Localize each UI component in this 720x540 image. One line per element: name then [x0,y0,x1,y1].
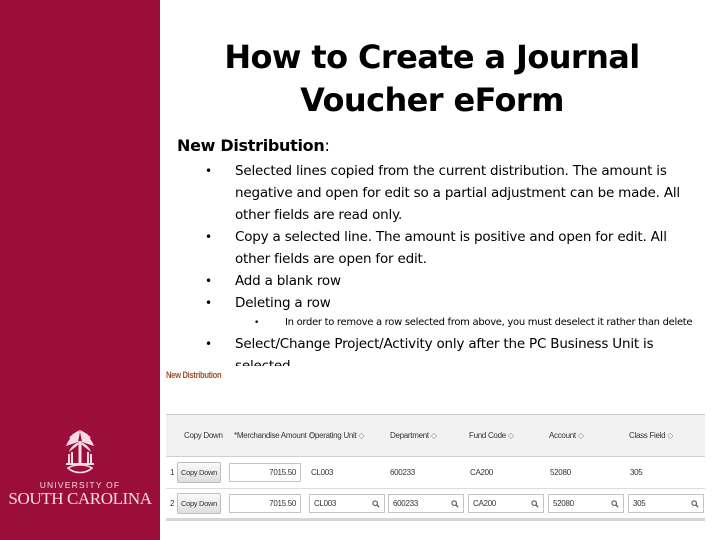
operating-unit-input[interactable]: CL003 [309,494,385,513]
department-input[interactable]: 600233 [388,494,464,513]
bullet-text: Add a blank row [235,273,341,289]
operating-unit-input-value: CL003 [314,499,337,508]
new-distribution-label: New Distribution [166,370,222,380]
bullet-icon: • [205,337,212,351]
department-cell: 600233 [388,489,464,518]
bullet-icon: • [205,164,212,178]
col-header-account[interactable]: Account ◇ [549,415,584,456]
copy-down-button[interactable]: Copy Down [177,462,221,483]
col-header-department[interactable]: Department ◇ [390,415,437,456]
usc-logo: UNIVERSITY OF SOUTH CAROLINA [0,428,160,518]
bullet-item: • Add a blank row [205,270,695,292]
class-field-input-value: 305 [633,499,646,508]
table-row: 2 Copy Down 7015.50 CL003 600233 CA200 5… [166,489,705,521]
account-value: 52080 [550,468,571,477]
brand-sidebar: UNIVERSITY OF SOUTH CAROLINA [0,0,160,540]
sort-icon[interactable]: ◇ [508,431,514,440]
sub-bullet-item: • In order to remove a row selected from… [205,315,695,331]
row-number: 1 [170,468,175,477]
bullet-text: Selected lines copied from the current d… [235,163,680,223]
col-header-copy-down: Copy Down [184,415,223,456]
bullet-item: • Deleting a row [205,292,695,314]
lookup-magnifier-icon[interactable] [611,499,619,508]
bullet-icon: • [205,296,212,310]
lookup-magnifier-icon[interactable] [451,499,459,508]
col-header-label: Department [390,431,429,440]
col-header-label: Fund Code [469,431,506,440]
lookup-magnifier-icon[interactable] [531,499,539,508]
bullet-icon: • [205,230,212,244]
fund-code-input[interactable]: CA200 [468,494,544,513]
department-value: 600233 [390,468,415,477]
class-field-input[interactable]: 305 [628,494,704,513]
col-header-fund-code[interactable]: Fund Code ◇ [469,415,514,456]
amount-cell: 7015.50 [229,457,301,488]
distribution-grid: Copy Down *Merchandise Amount ◇ Operating… [166,414,705,521]
class-field-value: 305 [630,468,643,477]
row-number: 2 [170,499,175,508]
bullet-item: • Copy a selected line. The amount is po… [205,226,695,270]
sort-icon[interactable]: ◇ [667,431,673,440]
brand-line-south-carolina: SOUTH CAROLINA [8,489,152,508]
col-header-label: Copy Down [184,431,223,440]
sort-icon[interactable]: ◇ [358,431,364,440]
section-heading: New Distribution: [177,136,330,155]
bullet-icon: • [205,274,212,288]
copy-down-button[interactable]: Copy Down [177,493,221,514]
sort-icon[interactable]: ◇ [431,431,437,440]
lookup-magnifier-icon[interactable] [691,499,699,508]
table-row: 1 Copy Down 7015.50 CL003 600233 CA200 5… [166,457,705,489]
col-header-label: *Merchandise Amount [234,431,307,440]
copy-down-cell: Copy Down [177,489,221,518]
bullet-text: Copy a selected line. The amount is posi… [235,229,667,267]
account-input-value: 52080 [553,499,574,508]
class-field-cell: 305 [628,489,704,518]
fund-code-cell: CA200 [468,489,544,518]
col-header-merchandise-amount[interactable]: *Merchandise Amount ◇ [234,415,315,456]
merchandise-amount-input[interactable]: 7015.50 [229,463,301,482]
sub-bullet-icon: • [254,318,260,328]
slide-title: How to Create a Journal Voucher eForm [224,38,640,119]
grid-header-row: Copy Down *Merchandise Amount ◇ Operating… [166,415,705,457]
bullet-text: Deleting a row [235,295,331,311]
sort-icon[interactable]: ◇ [578,431,584,440]
department-input-value: 600233 [393,499,418,508]
amount-cell: 7015.50 [229,489,301,518]
bullet-list: • Selected lines copied from the current… [205,160,695,377]
account-cell: 52080 [548,489,624,518]
merchandise-amount-input[interactable]: 7015.50 [229,494,301,513]
fund-code-input-value: CA200 [473,499,496,508]
embedded-screenshot: New Distribution Copy Down *Merchandise … [160,366,720,540]
section-heading-text: New Distribution [177,136,325,155]
palmetto-tree-icon [66,430,94,474]
operating-unit-value: CL003 [311,468,334,477]
bullet-item: • Selected lines copied from the current… [205,160,695,226]
col-header-label: Operating Unit [309,431,357,440]
col-header-label: Account [549,431,576,440]
sub-bullet-text: In order to remove a row selected from a… [285,317,693,328]
section-heading-colon: : [324,136,330,155]
col-header-class-field[interactable]: Class Field ◇ [629,415,673,456]
operating-unit-cell: CL003 [309,489,385,518]
col-header-label: Class Field [629,431,666,440]
copy-down-cell: Copy Down [177,457,221,488]
col-header-operating-unit[interactable]: Operating Unit ◇ [309,415,365,456]
fund-code-value: CA200 [470,468,493,477]
account-input[interactable]: 52080 [548,494,624,513]
lookup-magnifier-icon[interactable] [372,499,380,508]
